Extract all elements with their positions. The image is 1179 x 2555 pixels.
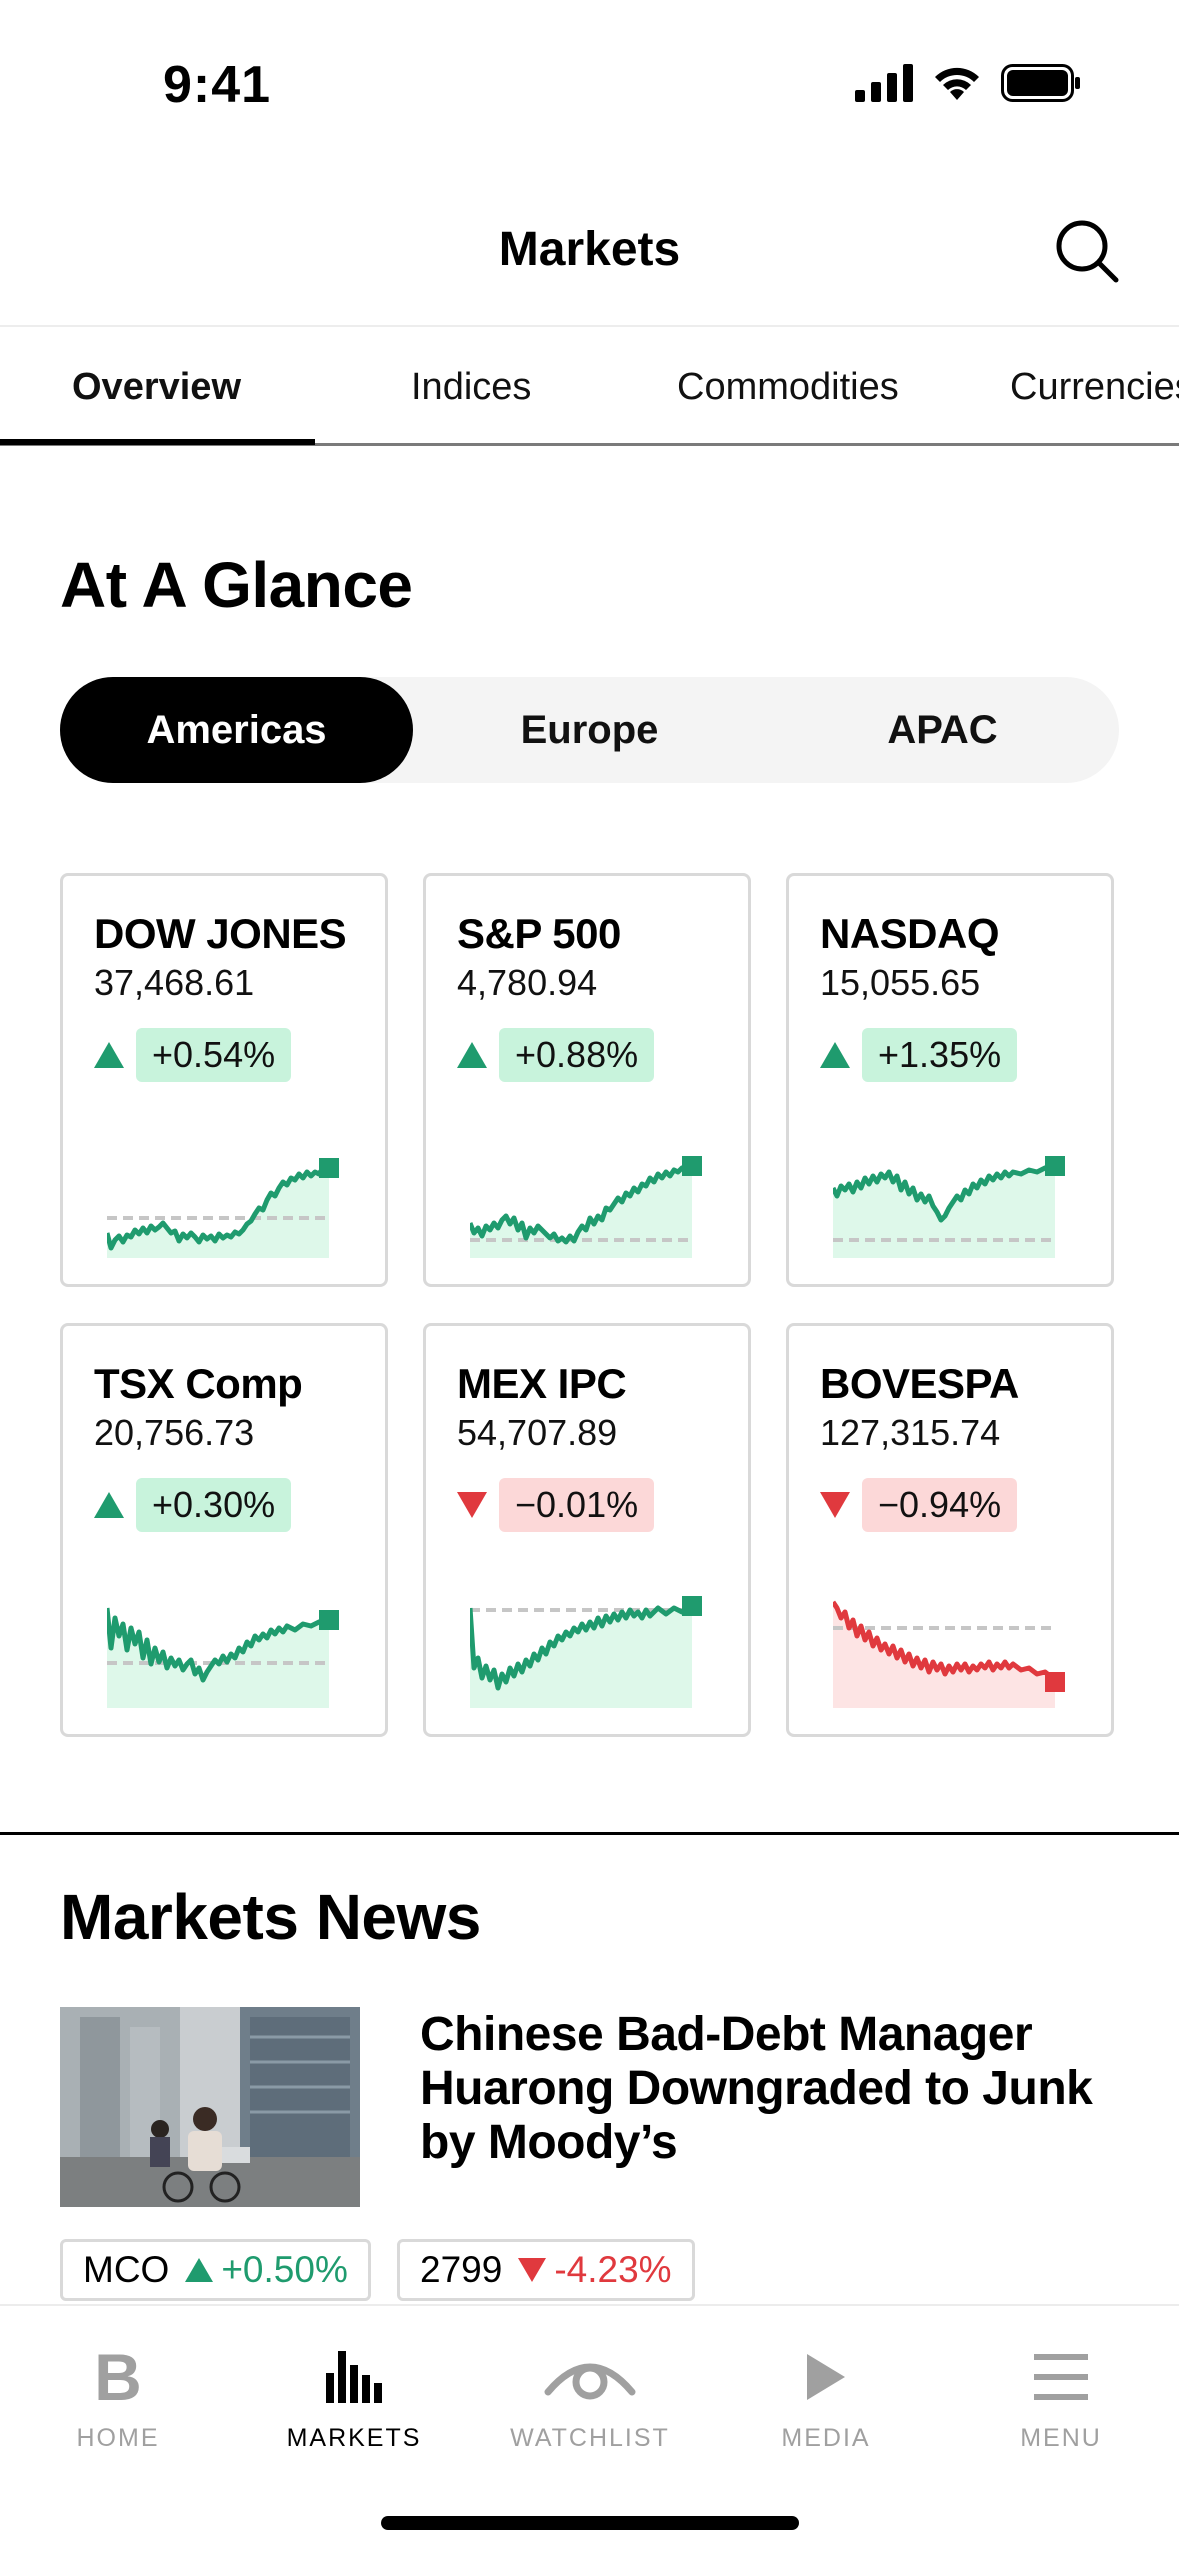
news-photo-image: [60, 2007, 360, 2207]
up-arrow-icon: [94, 1492, 124, 1518]
tab-indices[interactable]: Indices: [411, 366, 531, 409]
index-card-nasdaq[interactable]: NASDAQ 15,055.65 +1.35%: [786, 873, 1114, 1287]
tabbar-menu[interactable]: MENU: [943, 2306, 1179, 2476]
index-change: +0.54%: [94, 1028, 292, 1082]
header-divider: [0, 325, 1179, 327]
ticker-change: +0.50%: [221, 2249, 348, 2290]
index-price: 127,315.74: [820, 1412, 1001, 1453]
tabbar-label: WATCHLIST: [510, 2424, 670, 2452]
up-arrow-icon: [94, 1042, 124, 1068]
index-price: 20,756.73: [94, 1412, 255, 1453]
region-apac[interactable]: APAC: [766, 677, 1119, 783]
region-americas[interactable]: Americas: [60, 677, 413, 783]
page-title: Markets: [498, 223, 681, 276]
status-icons: [855, 64, 1081, 102]
search-button[interactable]: [1054, 218, 1120, 284]
index-change: −0.01%: [457, 1478, 655, 1532]
ticker-symbol: MCO: [83, 2249, 170, 2290]
up-arrow-icon: [185, 2258, 214, 2282]
index-name: TSX Comp: [94, 1360, 303, 1407]
index-change: −0.94%: [820, 1478, 1018, 1532]
sparkline-chart: [833, 1600, 1065, 1708]
change-badge: +0.88%: [499, 1028, 655, 1082]
index-price: 4,780.94: [457, 962, 598, 1003]
active-tab-indicator: [0, 439, 315, 445]
index-card-tsx-comp[interactable]: TSX Comp 20,756.73 +0.30%: [60, 1323, 388, 1737]
sparkline-chart: [107, 1158, 339, 1258]
index-card-dow-jones[interactable]: DOW JONES 37,468.61 +0.54%: [60, 873, 388, 1287]
change-badge: −0.94%: [862, 1478, 1018, 1532]
news-headline[interactable]: Chinese Bad-Debt Manager Huarong Downgra…: [420, 2008, 1140, 2170]
home-indicator[interactable]: [381, 2516, 799, 2530]
wifi-icon: [935, 67, 979, 100]
change-badge: +0.54%: [136, 1028, 292, 1082]
index-change: +1.35%: [820, 1028, 1018, 1082]
tabbar-label: MENU: [1020, 2424, 1102, 2452]
sparkline-chart: [107, 1607, 339, 1708]
ticker-chip-2799[interactable]: 2799 -4.23%: [397, 2239, 695, 2301]
sparkline-chart: [833, 1156, 1065, 1258]
sparkline-chart: [470, 1156, 702, 1258]
down-arrow-icon: [518, 2258, 547, 2282]
section-divider: [0, 1832, 1179, 1835]
index-change: +0.88%: [457, 1028, 655, 1082]
hamburger-icon: [943, 2332, 1179, 2422]
sparkline-chart: [470, 1596, 702, 1708]
section-tabs: Overview Indices Commodities Currencies: [0, 328, 1179, 444]
up-arrow-icon: [820, 1042, 850, 1068]
index-name: NASDAQ: [820, 910, 1000, 957]
tab-overview[interactable]: Overview: [72, 366, 241, 409]
index-name: DOW JONES: [94, 910, 347, 957]
tab-commodities[interactable]: Commodities: [677, 366, 899, 409]
index-change: +0.30%: [94, 1478, 292, 1532]
index-price: 54,707.89: [457, 1412, 618, 1453]
up-arrow-icon: [457, 1042, 487, 1068]
ticker-change: -4.23%: [554, 2249, 672, 2290]
tabbar-label: HOME: [76, 2424, 160, 2452]
news-thumbnail[interactable]: [60, 2007, 360, 2207]
search-icon: [1056, 220, 1119, 283]
index-price: 37,468.61: [94, 962, 255, 1003]
ticker-symbol: 2799: [420, 2249, 503, 2290]
play-icon: [708, 2332, 944, 2422]
down-arrow-icon: [457, 1492, 487, 1518]
eye-icon: [472, 2332, 708, 2422]
battery-icon: [1001, 64, 1080, 102]
index-price: 15,055.65: [820, 962, 981, 1003]
change-badge: +1.35%: [862, 1028, 1018, 1082]
change-badge: −0.01%: [499, 1478, 655, 1532]
down-arrow-icon: [820, 1492, 850, 1518]
b-logo-icon: B: [94, 2340, 142, 2414]
ticker-chip-mco[interactable]: MCO +0.50%: [60, 2239, 371, 2301]
status-time: 9:41: [163, 56, 272, 114]
index-card-bovespa[interactable]: BOVESPA 127,315.74 −0.94%: [786, 1323, 1114, 1737]
tabbar-label: MARKETS: [286, 2424, 422, 2452]
cellular-signal-icon: [855, 64, 913, 102]
tab-currencies[interactable]: Currencies: [1010, 366, 1179, 409]
index-card-sp-500[interactable]: S&P 500 4,780.94 +0.88%: [423, 873, 751, 1287]
region-segmented-control: Americas Europe APAC: [60, 677, 1119, 783]
markets-news-title: Markets News: [60, 1881, 481, 1953]
tabbar-label: MEDIA: [781, 2424, 871, 2452]
index-name: BOVESPA: [820, 1360, 1019, 1407]
tabbar-markets[interactable]: MARKETS: [236, 2306, 472, 2476]
tabbar-media[interactable]: MEDIA: [708, 2306, 944, 2476]
index-name: MEX IPC: [457, 1360, 627, 1407]
at-a-glance-title: At A Glance: [60, 549, 413, 621]
index-card-mex-ipc[interactable]: MEX IPC 54,707.89 −0.01%: [423, 1323, 751, 1737]
index-name: S&P 500: [457, 910, 621, 957]
region-europe[interactable]: Europe: [413, 677, 766, 783]
tabbar-home[interactable]: B HOME: [0, 2306, 236, 2476]
change-badge: +0.30%: [136, 1478, 292, 1532]
bar-chart-icon: [236, 2332, 472, 2422]
tabbar-watchlist[interactable]: WATCHLIST: [472, 2306, 708, 2476]
